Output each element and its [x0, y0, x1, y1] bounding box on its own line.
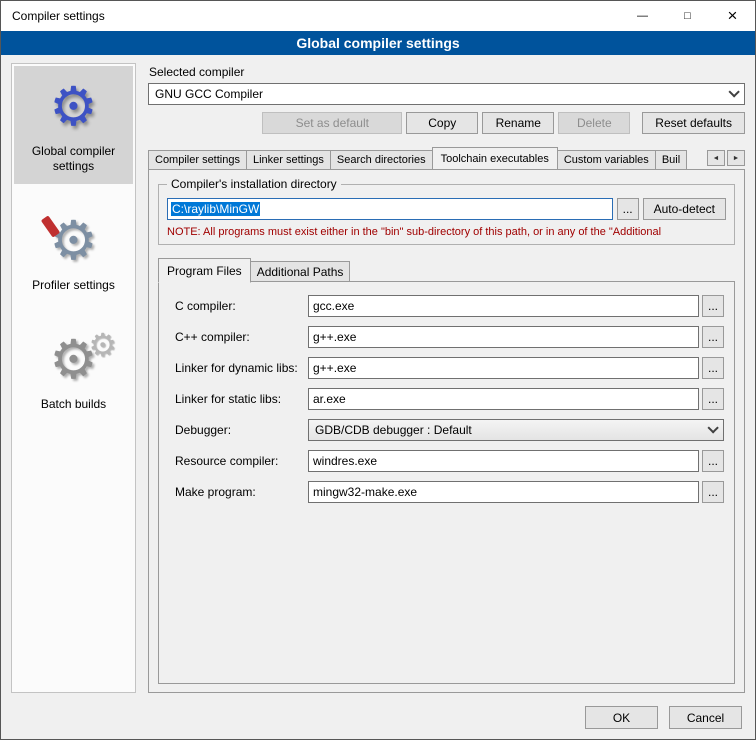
- settings-sidebar: ⚙ Global compiler settings ⚙ Profiler se…: [11, 63, 136, 693]
- linker-static-input[interactable]: [308, 388, 699, 410]
- sidebar-item-batch-builds[interactable]: ⚙ ⚙ Batch builds: [14, 319, 133, 422]
- main-panel: Selected compiler GNU GCC Compiler Set a…: [148, 63, 745, 693]
- sidebar-item-label: Global compiler settings: [16, 144, 131, 174]
- linker-dynamic-label: Linker for dynamic libs:: [175, 361, 308, 375]
- tab-scroll-arrows: ◄ ►: [707, 150, 745, 166]
- make-program-label: Make program:: [175, 485, 308, 499]
- chevron-down-icon: [728, 86, 739, 97]
- minimize-icon: —: [637, 10, 648, 22]
- reset-defaults-button[interactable]: Reset defaults: [642, 112, 745, 134]
- linker-dynamic-browse-button[interactable]: ...: [702, 357, 724, 379]
- set-as-default-button[interactable]: Set as default: [262, 112, 402, 134]
- linker-dynamic-input[interactable]: [308, 357, 699, 379]
- sidebar-item-label: Batch builds: [41, 397, 106, 412]
- blue-gear-icon: ⚙: [16, 74, 131, 140]
- form-row-cpp-compiler: C++ compiler: ...: [175, 326, 724, 348]
- cancel-button[interactable]: Cancel: [669, 706, 742, 729]
- make-program-input[interactable]: [308, 481, 699, 503]
- debugger-label: Debugger:: [175, 423, 308, 437]
- tab-compiler-settings[interactable]: Compiler settings: [148, 150, 247, 169]
- make-program-browse-button[interactable]: ...: [702, 481, 724, 503]
- c-compiler-browse-button[interactable]: ...: [702, 295, 724, 317]
- compiler-select-value: GNU GCC Compiler: [155, 87, 728, 101]
- bin-subdirectory-note: NOTE: All programs must exist either in …: [167, 226, 726, 238]
- auto-detect-button[interactable]: Auto-detect: [643, 198, 726, 220]
- chevron-down-icon: [707, 422, 718, 433]
- compiler-select[interactable]: GNU GCC Compiler: [148, 83, 745, 105]
- tab-toolchain-executables[interactable]: Toolchain executables: [432, 147, 558, 169]
- c-compiler-input[interactable]: [308, 295, 699, 317]
- installation-directory-browse-button[interactable]: ...: [617, 198, 639, 220]
- tab-linker-settings[interactable]: Linker settings: [246, 150, 331, 169]
- profiler-gear-icon: ⚙: [16, 208, 131, 274]
- resource-compiler-input[interactable]: [308, 450, 699, 472]
- subtab-program-files[interactable]: Program Files: [158, 258, 251, 283]
- rename-button[interactable]: Rename: [482, 112, 554, 134]
- close-button[interactable]: ×: [710, 1, 755, 31]
- program-files-tabstrip: Program Files Additional Paths: [158, 258, 735, 282]
- selected-compiler-label: Selected compiler: [149, 65, 745, 79]
- cpp-compiler-input[interactable]: [308, 326, 699, 348]
- cpp-compiler-browse-button[interactable]: ...: [702, 326, 724, 348]
- installation-directory-groupbox: Compiler's installation directory C:\ray…: [158, 184, 735, 245]
- form-row-debugger: Debugger: GDB/CDB debugger : Default: [175, 419, 724, 441]
- gray-gears-icon: ⚙ ⚙: [16, 327, 131, 393]
- copy-button[interactable]: Copy: [406, 112, 478, 134]
- form-row-linker-dynamic: Linker for dynamic libs: ...: [175, 357, 724, 379]
- tab-scroll-right-button[interactable]: ►: [727, 150, 745, 166]
- debugger-select-value: GDB/CDB debugger : Default: [315, 423, 707, 437]
- sidebar-item-profiler-settings[interactable]: ⚙ Profiler settings: [14, 200, 133, 303]
- maximize-icon: □: [684, 10, 691, 22]
- subtab-additional-paths[interactable]: Additional Paths: [250, 261, 351, 282]
- program-files-panel: C compiler: ... C++ compiler: ... Linker…: [158, 281, 735, 684]
- ok-button[interactable]: OK: [585, 706, 658, 729]
- installation-directory-input[interactable]: C:\raylib\MinGW: [167, 198, 613, 220]
- titlebar: Compiler settings — □ ×: [1, 1, 755, 31]
- window-controls: — □ ×: [620, 1, 755, 31]
- linker-static-browse-button[interactable]: ...: [702, 388, 724, 410]
- form-row-linker-static: Linker for static libs: ...: [175, 388, 724, 410]
- page-title: Global compiler settings: [1, 31, 755, 55]
- form-row-resource-compiler: Resource compiler: ...: [175, 450, 724, 472]
- debugger-select[interactable]: GDB/CDB debugger : Default: [308, 419, 724, 441]
- delete-button[interactable]: Delete: [558, 112, 630, 134]
- compiler-settings-window: Compiler settings — □ × Global compiler …: [0, 0, 756, 740]
- maximize-button[interactable]: □: [665, 1, 710, 31]
- linker-static-label: Linker for static libs:: [175, 392, 308, 406]
- close-icon: ×: [728, 6, 738, 26]
- tab-build-options[interactable]: Buil: [655, 150, 687, 169]
- dialog-footer: OK Cancel: [1, 699, 755, 739]
- toolchain-executables-panel: Compiler's installation directory C:\ray…: [148, 169, 745, 693]
- cpp-compiler-label: C++ compiler:: [175, 330, 308, 344]
- resource-compiler-label: Resource compiler:: [175, 454, 308, 468]
- dialog-body: ⚙ Global compiler settings ⚙ Profiler se…: [1, 55, 755, 699]
- form-row-c-compiler: C compiler: ...: [175, 295, 724, 317]
- window-title: Compiler settings: [1, 9, 105, 23]
- resource-compiler-browse-button[interactable]: ...: [702, 450, 724, 472]
- tabs-clip: Compiler settings Linker settings Search…: [148, 147, 703, 169]
- sidebar-item-label: Profiler settings: [32, 278, 115, 293]
- installation-directory-value: C:\raylib\MinGW: [171, 202, 260, 216]
- form-row-make-program: Make program: ...: [175, 481, 724, 503]
- compiler-buttons-row: Set as default Copy Rename Delete Reset …: [148, 112, 745, 134]
- sidebar-item-global-compiler-settings[interactable]: ⚙ Global compiler settings: [14, 66, 133, 184]
- groupbox-legend: Compiler's installation directory: [167, 177, 341, 191]
- installation-directory-row: C:\raylib\MinGW ... Auto-detect: [167, 198, 726, 220]
- minimize-button[interactable]: —: [620, 1, 665, 31]
- settings-tabstrip: Compiler settings Linker settings Search…: [148, 147, 745, 169]
- tab-search-directories[interactable]: Search directories: [330, 150, 433, 169]
- tab-custom-variables[interactable]: Custom variables: [557, 150, 656, 169]
- c-compiler-label: C compiler:: [175, 299, 308, 313]
- tab-scroll-left-button[interactable]: ◄: [707, 150, 725, 166]
